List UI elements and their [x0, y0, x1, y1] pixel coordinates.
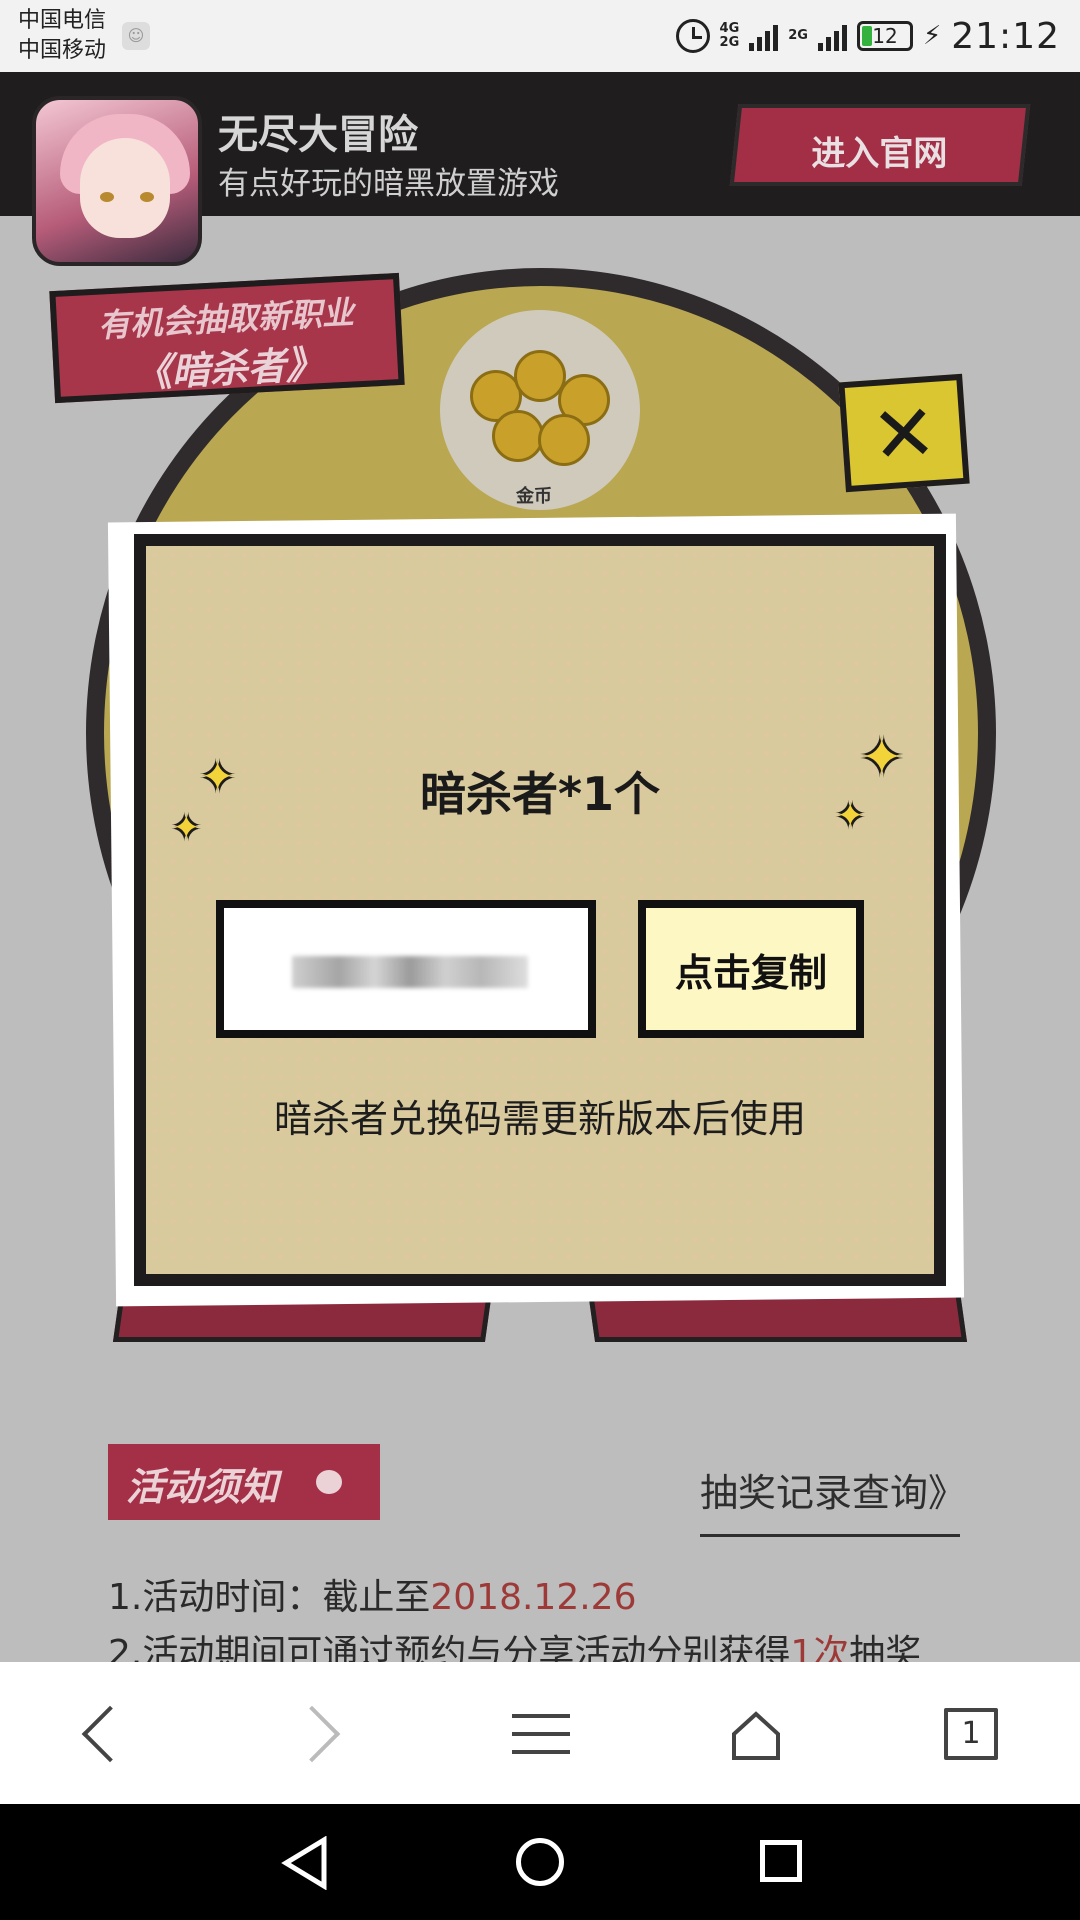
redeem-tip: 暗杀者兑换码需更新版本后使用: [273, 1097, 806, 1141]
signal-icon: [749, 21, 779, 51]
official-site-button-label: 进入官网: [811, 134, 948, 174]
alarm-icon: [675, 19, 710, 53]
nav-back-icon[interactable]: [280, 1836, 330, 1890]
nav-recent-icon[interactable]: [760, 1840, 802, 1882]
carrier-2: 中国移动: [18, 38, 107, 63]
rule-1: 1.活动时间：截止至2018.12.26: [108, 1577, 637, 1618]
carrier-1: 中国电信: [18, 8, 107, 33]
app-icon: [32, 96, 202, 266]
battery-icon: 12: [856, 21, 913, 51]
signal-icon-2: [817, 21, 847, 51]
back-icon[interactable]: [66, 1694, 146, 1774]
chance-banner: 有机会抽取新职业 《暗杀者》: [49, 272, 405, 404]
prize-title: 暗杀者*1个: [419, 767, 661, 821]
coin-prize-slot: [440, 310, 640, 510]
status-icons: 4G 2G 2G 12 ⚡ 21:12: [675, 14, 1060, 58]
notification-app-icon: ☺: [122, 22, 150, 50]
home-icon[interactable]: [716, 1694, 796, 1774]
copy-button[interactable]: 点击复制: [638, 900, 864, 1038]
record-link-underline: [700, 1534, 960, 1537]
network-type-1: 4G 2G: [719, 21, 740, 50]
notice-tag-label: 活动须知: [126, 1465, 279, 1509]
notice-tag: 活动须知: [108, 1444, 380, 1520]
nav-home-icon[interactable]: [516, 1838, 564, 1886]
charging-icon: ⚡: [922, 21, 942, 51]
coin-label: 金币: [516, 486, 552, 507]
clock: 21:12: [951, 15, 1060, 57]
status-bar: 中国电信 中国移动 ☺ 4G 2G 2G 12 ⚡ 21:12: [0, 0, 1080, 72]
close-icon: ✕: [868, 387, 940, 483]
carrier-names: 中国电信 中国移动: [18, 6, 106, 66]
system-nav-bar: [0, 1804, 1080, 1920]
redeem-code-value-redacted: [292, 956, 528, 988]
battery-level: 12: [872, 24, 898, 48]
lottery-record-link[interactable]: 抽奖记录查询》: [700, 1462, 966, 1517]
close-button[interactable]: ✕: [838, 373, 970, 493]
copy-button-label: 点击复制: [674, 951, 827, 995]
network-type-2: 2G: [788, 28, 808, 43]
tab-count: 1: [944, 1708, 998, 1760]
app-name: 无尽大冒险: [218, 112, 418, 158]
forward-icon[interactable]: [282, 1694, 362, 1774]
redeem-code-field[interactable]: [216, 900, 596, 1038]
app-subtitle: 有点好玩的暗黑放置游戏: [218, 166, 559, 202]
rule-1-date: 2018.12.26: [430, 1577, 637, 1618]
menu-icon[interactable]: [500, 1694, 580, 1774]
tabs-icon[interactable]: 1: [932, 1694, 1012, 1774]
browser-toolbar: 1: [0, 1662, 1080, 1804]
official-site-button[interactable]: 进入官网: [729, 104, 1031, 186]
